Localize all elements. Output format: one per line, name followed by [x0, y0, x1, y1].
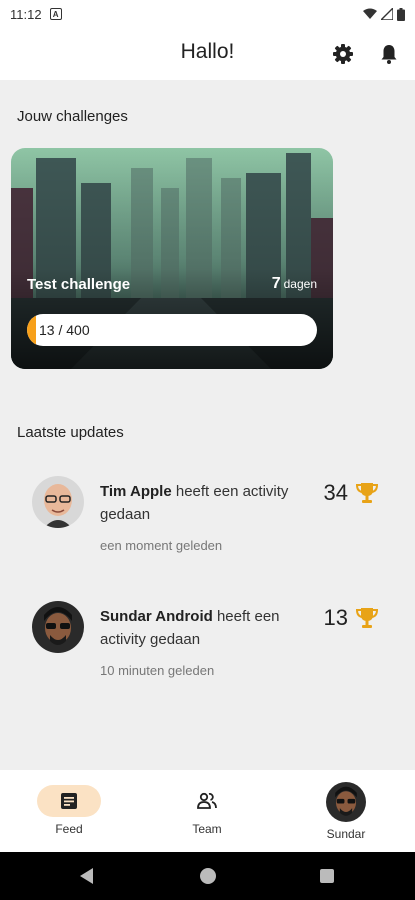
update-score-value: 13	[323, 605, 348, 630]
update-score-value: 34	[323, 480, 348, 505]
update-item[interactable]: Tim Apple heeft een activity gedaan een …	[32, 476, 392, 566]
nav-profile-label: Sundar	[326, 827, 366, 841]
avatar	[326, 782, 366, 822]
challenge-days: 7 dagen	[272, 275, 317, 293]
update-text: Tim Apple heeft een activity gedaan	[100, 480, 310, 526]
challenges-section-title: Jouw challenges	[17, 108, 128, 125]
update-user: Sundar Android	[100, 608, 213, 625]
challenge-progress-label: 13 / 400	[39, 322, 90, 338]
nav-feed-pill	[37, 785, 101, 817]
challenge-name: Test challenge	[27, 276, 131, 293]
challenge-progress-bar: 13 / 400	[27, 314, 317, 346]
nav-team-pill	[175, 785, 239, 817]
gear-icon[interactable]	[331, 42, 355, 66]
back-icon[interactable]	[80, 868, 93, 884]
system-nav-bar	[0, 852, 415, 900]
avatar	[32, 601, 84, 653]
signal-icon	[381, 8, 393, 20]
update-score: 34	[324, 480, 380, 506]
trophy-icon	[355, 608, 379, 628]
update-time: 10 minuten geleden	[100, 663, 215, 678]
nav-feed[interactable]: Feed	[9, 770, 129, 852]
nav-team-label: Team	[192, 822, 222, 836]
recents-icon[interactable]	[320, 869, 334, 883]
status-icons	[363, 7, 405, 21]
update-user: Tim Apple	[100, 483, 172, 500]
home-icon[interactable]	[200, 868, 216, 884]
wifi-icon	[363, 8, 377, 19]
nav-profile[interactable]: Sundar	[286, 770, 406, 852]
challenge-days-unit: dagen	[283, 277, 317, 291]
update-item[interactable]: Sundar Android heeft een activity gedaan…	[32, 601, 392, 691]
update-time: een moment geleden	[100, 538, 223, 553]
bottom-nav: Feed Team Sundar	[0, 770, 415, 852]
avatar	[32, 476, 84, 528]
battery-icon	[397, 7, 405, 21]
challenge-progress-fill	[27, 314, 37, 346]
team-icon	[197, 792, 217, 809]
challenge-card[interactable]: Test challenge 7 dagen 13 / 400	[11, 148, 333, 369]
a-icon: A	[49, 8, 62, 20]
status-bar: 11:12 A	[0, 0, 415, 28]
trophy-icon	[355, 483, 379, 503]
app-bar: Hallo!	[0, 28, 415, 80]
update-score: 13	[324, 605, 380, 631]
nav-team[interactable]: Team	[147, 770, 267, 852]
status-time: 11:12	[10, 6, 42, 22]
challenge-days-value: 7	[271, 275, 281, 292]
nav-feed-label: Feed	[55, 822, 83, 836]
feed-icon	[61, 793, 77, 809]
update-text: Sundar Android heeft een activity gedaan	[100, 605, 310, 651]
bell-icon[interactable]	[377, 42, 401, 66]
updates-section-title: Laatste updates	[17, 424, 124, 441]
